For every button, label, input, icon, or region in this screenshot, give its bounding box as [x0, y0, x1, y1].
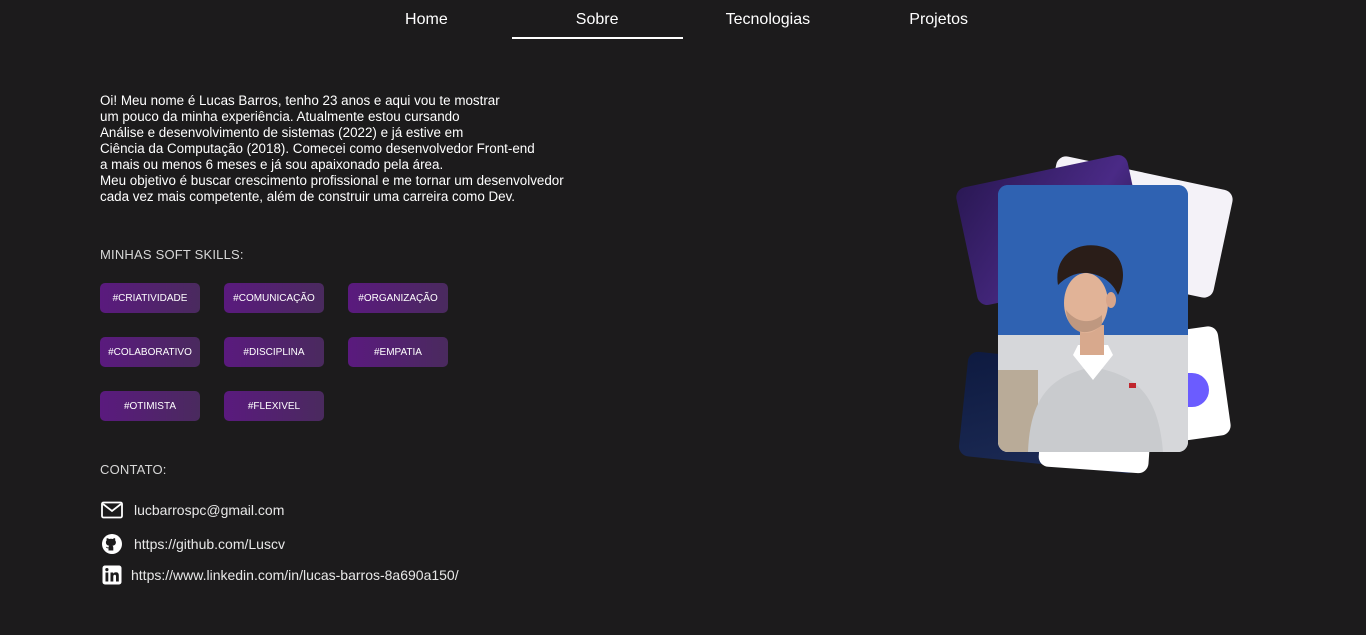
email-link[interactable]: lucbarrospc@gmail.com	[134, 502, 284, 518]
soft-skills-title: MINHAS SOFT SKILLS:	[100, 247, 244, 262]
skill-tag[interactable]: #COMUNICAÇÃO	[224, 283, 324, 313]
about-line: cada vez mais competente, além de constr…	[100, 189, 516, 204]
contact-linkedin: https://www.linkedin.com/in/lucas-barros…	[100, 563, 459, 587]
about-line: a mais ou menos 6 meses e já sou apaixon…	[100, 157, 444, 172]
about-text: Oi! Meu nome é Lucas Barros, tenho 23 an…	[100, 93, 640, 205]
nav-tecnologias[interactable]: Tecnologias	[683, 0, 854, 40]
linkedin-link[interactable]: https://www.linkedin.com/in/lucas-barros…	[131, 567, 459, 583]
skill-tag[interactable]: #DISCIPLINA	[224, 337, 324, 367]
about-line: Meu objetivo é buscar crescimento profis…	[100, 173, 564, 188]
about-line: Análise e desenvolvimento de sistemas (2…	[100, 125, 464, 140]
skill-tag[interactable]: #FLEXIVEL	[224, 391, 324, 421]
contact-github: https://github.com/Luscv	[100, 532, 285, 556]
skill-tag[interactable]: #EMPATIA	[348, 337, 448, 367]
skill-tag[interactable]: #COLABORATIVO	[100, 337, 200, 367]
nav-home[interactable]: Home	[341, 0, 512, 40]
mail-icon	[100, 498, 124, 522]
about-line: Ciência da Computação (2018). Comecei co…	[100, 141, 535, 156]
skill-tag[interactable]: #OTIMISTA	[100, 391, 200, 421]
contact-email: lucbarrospc@gmail.com	[100, 498, 284, 522]
skill-tag[interactable]: #ORGANIZAÇÃO	[348, 283, 448, 313]
nav-projetos[interactable]: Projetos	[853, 0, 1024, 40]
about-line: Oi! Meu nome é Lucas Barros, tenho 23 an…	[100, 93, 500, 108]
contact-title: CONTATO:	[100, 462, 167, 477]
linkedin-icon	[100, 563, 124, 587]
github-link[interactable]: https://github.com/Luscv	[134, 536, 285, 552]
top-nav: Home Sobre Tecnologias Projetos	[341, 0, 1024, 40]
skill-tag[interactable]: #CRIATIVIDADE	[100, 283, 200, 313]
profile-photo	[998, 185, 1188, 452]
photo-stack	[954, 153, 1235, 480]
about-line: um pouco da minha experiência. Atualment…	[100, 109, 460, 124]
github-icon	[100, 532, 124, 556]
nav-sobre[interactable]: Sobre	[511, 0, 683, 40]
